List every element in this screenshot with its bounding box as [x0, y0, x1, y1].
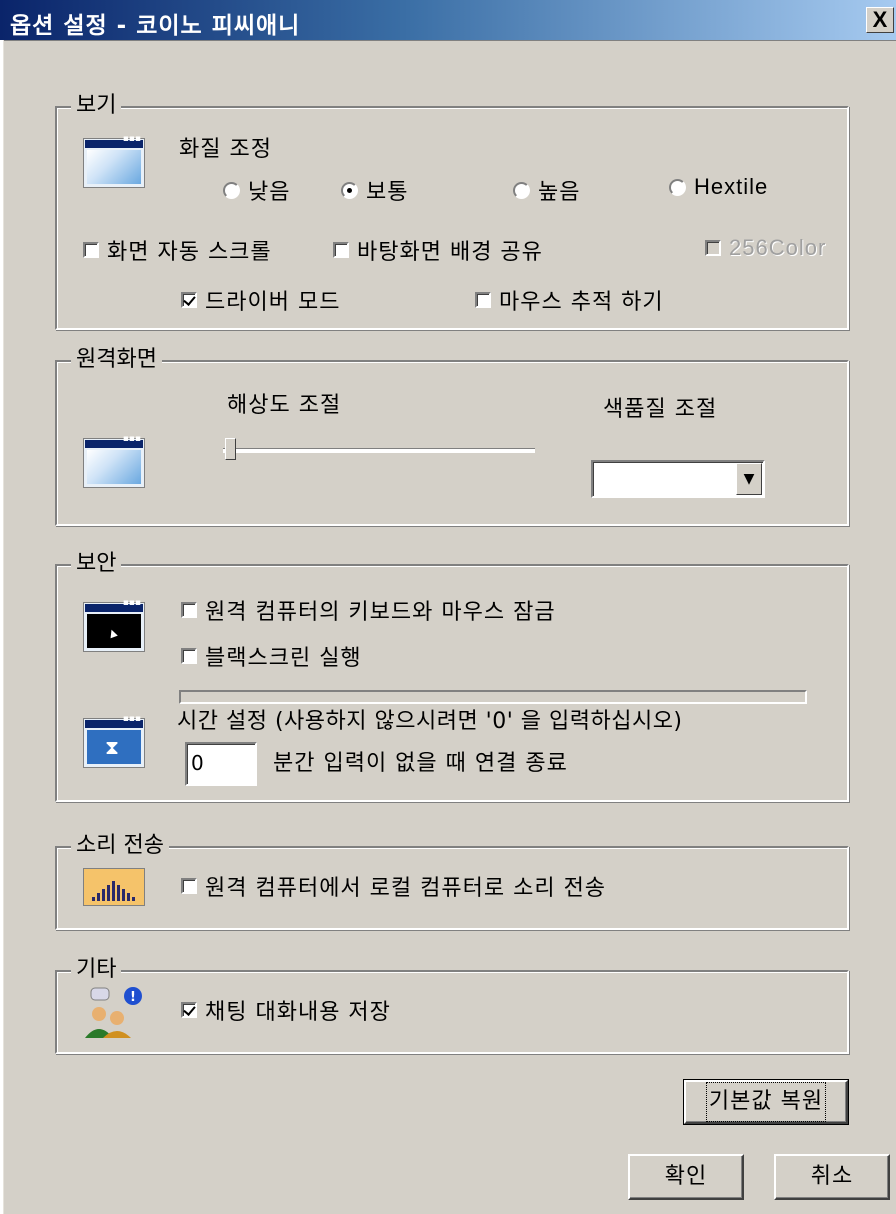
sound-transfer-checkbox[interactable]: 원격 컴퓨터에서 로컬 컴퓨터로 소리 전송: [181, 870, 606, 902]
driver-mode-box[interactable]: [181, 292, 197, 308]
wallpaper-share-box[interactable]: [333, 242, 349, 258]
blackscreen-box[interactable]: [181, 648, 197, 664]
sound-transfer-box[interactable]: [181, 878, 197, 894]
color-quality-label: 색품질 조절: [603, 397, 718, 422]
security-divider: [179, 690, 807, 704]
resolution-slider-thumb[interactable]: [225, 438, 236, 460]
driver-mode-checkbox[interactable]: 드라이버 모드: [181, 284, 340, 316]
radio-normal[interactable]: 보통: [341, 174, 408, 206]
auto-scroll-label: 화면 자동 스크롤: [107, 240, 272, 265]
ok-button[interactable]: 확인: [628, 1154, 744, 1200]
view-group: 보기 화질 조정 낮음 보통 높음 Hextile 화면 자동 스크롤 바탕화면…: [55, 92, 849, 330]
wallpaper-share-checkbox[interactable]: 바탕화면 배경 공유: [333, 234, 543, 266]
save-chat-checkbox[interactable]: 채팅 대화내용 저장: [181, 994, 391, 1026]
security-legend: 보안: [71, 550, 122, 578]
driver-mode-label: 드라이버 모드: [205, 290, 341, 315]
view-legend: 보기: [71, 92, 122, 120]
color256-label: 256Color: [729, 235, 827, 260]
color256-box: [705, 240, 721, 256]
remote-screen-group: 원격화면 해상도 조절 색품질 조절 ▼: [55, 346, 849, 526]
svg-text:!: !: [130, 990, 136, 1005]
remote-legend: 원격화면: [71, 346, 162, 374]
radio-high-label: 높음: [538, 180, 581, 205]
other-legend: 기타: [71, 956, 122, 984]
blackscreen-checkbox[interactable]: 블랙스크린 실행: [181, 640, 362, 672]
time-setting-label: 시간 설정 (사용하지 않으시려면 '0' 을 입력하십시오): [177, 709, 683, 734]
chat-users-icon: !: [85, 987, 142, 1038]
sound-group: 소리 전송 원격 컴퓨터에서 로컬 컴퓨터로 소리 전송: [55, 832, 849, 930]
blackscreen-label: 블랙스크린 실행: [205, 646, 362, 671]
sound-transfer-label: 원격 컴퓨터에서 로컬 컴퓨터로 소리 전송: [205, 876, 607, 901]
lock-input-box[interactable]: [181, 602, 197, 618]
sound-equalizer-icon: [83, 868, 145, 906]
radio-hextile-indicator[interactable]: [669, 178, 686, 196]
display-window-icon: [83, 134, 145, 188]
mouse-track-box[interactable]: [475, 292, 491, 308]
chevron-down-icon[interactable]: ▼: [736, 463, 762, 495]
quality-label: 화질 조정: [179, 137, 272, 162]
hourglass-icon: [83, 714, 145, 768]
resolution-slider-track[interactable]: [223, 448, 535, 453]
security-group: 보안 원격 컴퓨터의 키보드와 마우스 잠금 블랙스크린 실행 시간 설정 (사…: [55, 550, 849, 802]
mouse-track-checkbox[interactable]: 마우스 추적 하기: [475, 284, 664, 316]
save-chat-box[interactable]: [181, 1002, 197, 1018]
radio-hextile[interactable]: Hextile: [669, 174, 768, 200]
title-bar: 옵션 설정 - 코이노 피씨애니 X: [0, 0, 896, 41]
radio-normal-indicator[interactable]: [341, 181, 358, 199]
radio-low-indicator[interactable]: [223, 181, 240, 199]
sound-legend: 소리 전송: [71, 832, 169, 860]
auto-scroll-checkbox[interactable]: 화면 자동 스크롤: [83, 234, 272, 266]
color-quality-select[interactable]: ▼: [591, 460, 765, 498]
close-button[interactable]: X: [866, 7, 894, 33]
color256-checkbox: 256Color: [705, 234, 826, 262]
timeout-suffix-label: 분간 입력이 없을 때 연결 종료: [273, 751, 568, 776]
cancel-button[interactable]: 취소: [774, 1154, 890, 1200]
window-title: 옵션 설정 - 코이노 피씨애니: [10, 13, 301, 39]
lock-input-checkbox[interactable]: 원격 컴퓨터의 키보드와 마우스 잠금: [181, 594, 556, 626]
radio-high-indicator[interactable]: [513, 181, 530, 199]
auto-scroll-box[interactable]: [83, 242, 99, 258]
restore-defaults-button[interactable]: 기본값 복원: [683, 1079, 849, 1125]
radio-low-label: 낮음: [248, 180, 291, 205]
lock-input-label: 원격 컴퓨터의 키보드와 마우스 잠금: [205, 600, 556, 625]
radio-normal-label: 보통: [366, 180, 409, 205]
window-left-edge: [0, 40, 4, 1214]
save-chat-label: 채팅 대화내용 저장: [205, 1000, 391, 1025]
radio-low[interactable]: 낮음: [223, 174, 290, 206]
remote-window-icon: [83, 434, 145, 488]
wallpaper-share-label: 바탕화면 배경 공유: [357, 240, 543, 265]
radio-hextile-label: Hextile: [694, 174, 769, 199]
timeout-minutes-input[interactable]: 0: [185, 742, 257, 786]
lock-screen-icon: [83, 598, 145, 652]
radio-high[interactable]: 높음: [513, 174, 580, 206]
other-group: 기타 ! 채팅 대화내용 저장: [55, 956, 849, 1054]
mouse-track-label: 마우스 추적 하기: [499, 290, 664, 315]
restore-defaults-label: 기본값 복원: [705, 1082, 827, 1122]
resolution-label: 해상도 조절: [227, 393, 342, 418]
